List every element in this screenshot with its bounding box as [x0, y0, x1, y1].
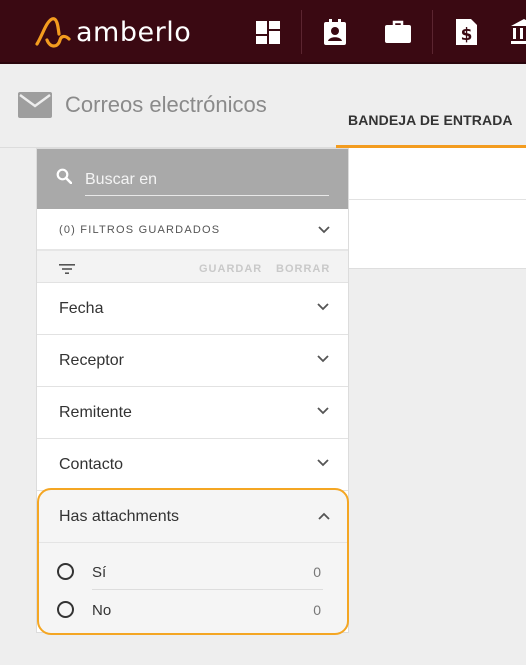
- calendar-contact-icon[interactable]: [321, 18, 349, 46]
- option-count: 0: [313, 602, 321, 618]
- chevron-down-icon: [317, 355, 329, 363]
- option-label: Sí: [92, 564, 107, 581]
- dashboard-icon[interactable]: [254, 18, 282, 46]
- filter-section-attachments: Has attachments Sí 0 No 0: [37, 488, 349, 635]
- filter-section-label: Receptor: [59, 352, 124, 369]
- filter-list-icon: [59, 264, 75, 274]
- svg-text:$: $: [461, 25, 473, 45]
- filter-actions-row: GUARDAR BORRAR: [37, 251, 348, 283]
- top-navigation-bar: amberlo $: [0, 0, 526, 64]
- briefcase-icon[interactable]: [384, 18, 412, 46]
- amberlo-logo-mark-icon: [35, 17, 71, 48]
- filter-section-receiver[interactable]: Receptor: [37, 335, 348, 387]
- option-label: No: [92, 602, 112, 619]
- filter-section-label: Fecha: [59, 300, 104, 317]
- bank-icon[interactable]: [510, 18, 526, 46]
- chevron-down-icon: [317, 459, 329, 467]
- attachments-section-header[interactable]: Has attachments: [39, 490, 347, 543]
- filter-section-date[interactable]: Fecha: [37, 283, 348, 335]
- search-box: [37, 149, 348, 209]
- attachments-section-label: Has attachments: [59, 508, 180, 525]
- attachments-option-yes[interactable]: Sí 0: [39, 552, 347, 590]
- radio-button[interactable]: [57, 601, 74, 618]
- radio-button[interactable]: [57, 563, 74, 580]
- saved-filters-label: (0) FILTROS GUARDADOS: [59, 224, 221, 236]
- filter-section-sender[interactable]: Remitente: [37, 387, 348, 439]
- filter-section-label: Contacto: [59, 456, 124, 473]
- page-title: Correos electrónicos: [65, 92, 267, 117]
- chevron-up-icon: [318, 512, 330, 520]
- chevron-down-icon: [317, 407, 329, 415]
- tab-inbox[interactable]: BANDEJA DE ENTRADA: [336, 96, 526, 148]
- filter-section-contact[interactable]: Contacto: [37, 439, 348, 491]
- saved-filters-dropdown[interactable]: (0) FILTROS GUARDADOS: [37, 209, 348, 251]
- search-icon: [56, 168, 72, 184]
- option-count: 0: [313, 564, 321, 580]
- email-list-toolbar: [348, 148, 526, 200]
- chevron-down-icon: [317, 303, 329, 311]
- attachments-option-no[interactable]: No 0: [39, 590, 347, 628]
- clear-filter-button[interactable]: BORRAR: [276, 263, 330, 275]
- brand-name: amberlo: [76, 16, 192, 48]
- save-filter-button[interactable]: GUARDAR: [199, 263, 262, 275]
- search-input[interactable]: [85, 162, 329, 196]
- page-header: Correos electrónicos BANDEJA DE ENTRADA: [0, 66, 526, 148]
- chevron-down-icon: [318, 226, 330, 234]
- nav-divider: [432, 10, 433, 54]
- nav-divider: [301, 10, 302, 54]
- mail-icon: [18, 92, 52, 118]
- filter-section-label: Remitente: [59, 404, 132, 421]
- email-list-item[interactable]: [348, 200, 526, 269]
- invoice-dollar-icon[interactable]: $: [452, 18, 480, 46]
- brand-logo[interactable]: amberlo: [34, 14, 191, 50]
